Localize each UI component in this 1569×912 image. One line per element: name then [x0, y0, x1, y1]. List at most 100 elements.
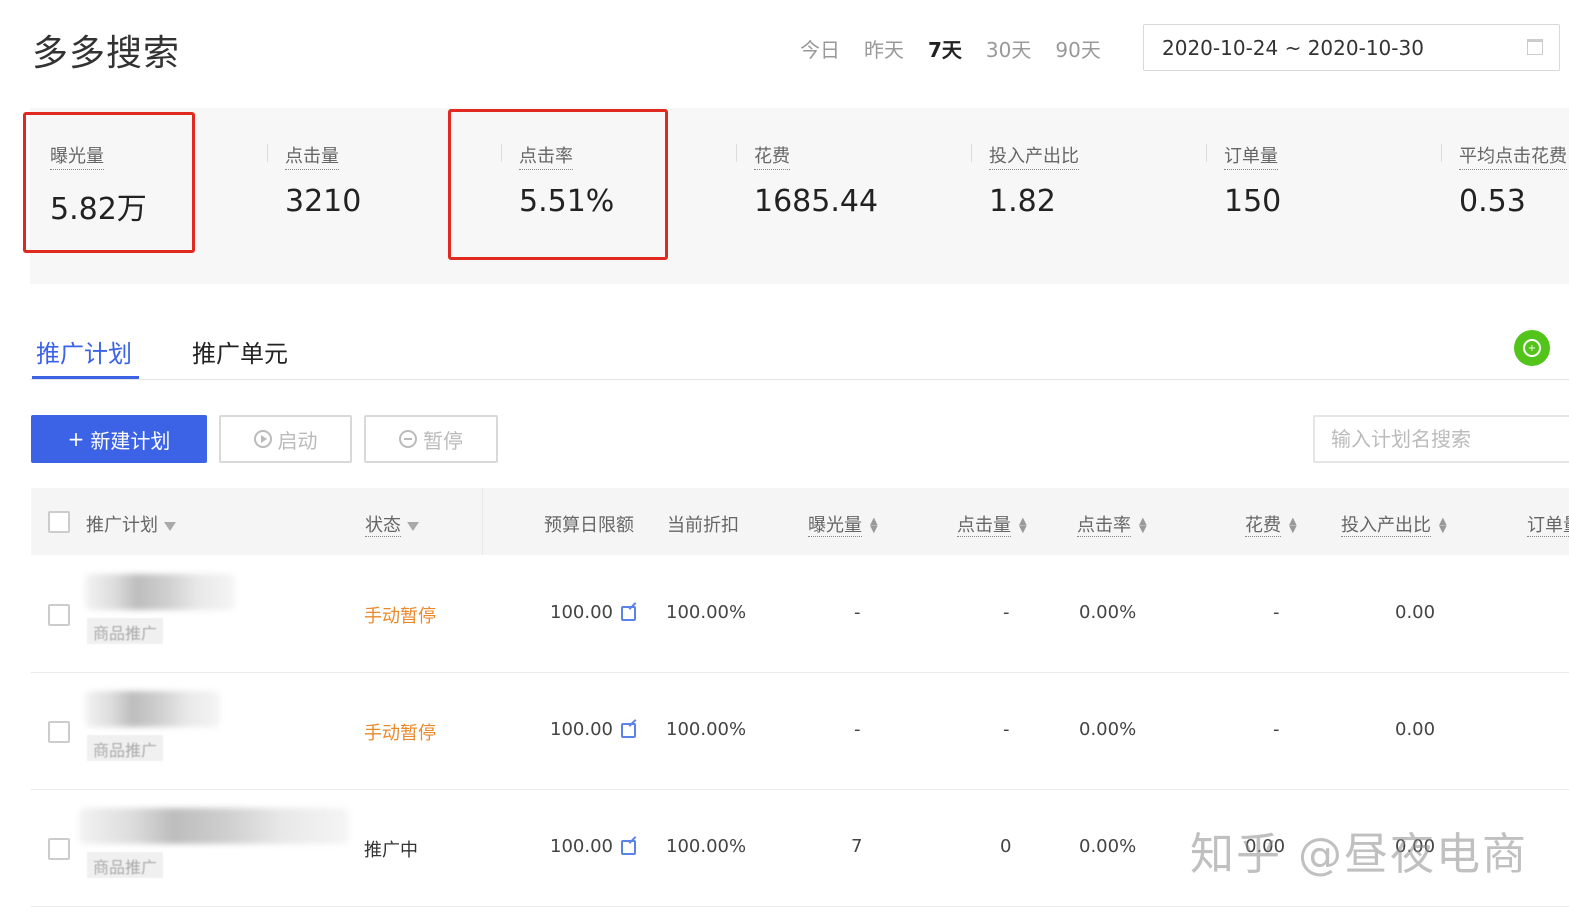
sort-icon[interactable]: ▲ ▼: [870, 517, 878, 535]
metric-avg-cpc[interactable]: 平均点击花费 0.53: [1441, 142, 1567, 219]
metric-label: 平均点击花费: [1459, 142, 1567, 170]
table-row[interactable]: 商品推广 手动暂停 100.00 100.00% - - 0.00% - 0.0…: [31, 673, 1569, 790]
ctr-cell: 0.00%: [1079, 836, 1137, 857]
budget-cell: 100.00: [550, 836, 636, 857]
metric-value: 0.53: [1459, 184, 1526, 219]
date-range-picker[interactable]: 2020-10-24 ~ 2020-10-30: [1143, 24, 1560, 71]
new-plan-button[interactable]: + 新建计划: [31, 415, 207, 463]
tab-bar: 推广计划 推广单元: [30, 320, 1569, 380]
th-cost[interactable]: 花费 ▲ ▼: [1245, 511, 1297, 537]
clicks-cell: -: [1003, 602, 1010, 623]
date-range-value: 2020-10-24 ~ 2020-10-30: [1162, 35, 1424, 60]
pause-label: 暂停: [423, 428, 463, 453]
plan-status: 推广中: [364, 840, 418, 861]
row-checkbox[interactable]: [48, 838, 70, 860]
clicks-cell: -: [1003, 719, 1010, 740]
th-discount: 当前折扣: [667, 515, 739, 536]
th-clicks[interactable]: 点击量 ▲ ▼: [957, 511, 1027, 537]
plus-icon: +: [67, 427, 85, 451]
th-plan[interactable]: 推广计划: [86, 511, 176, 537]
plan-status: 手动暂停: [364, 606, 436, 627]
header-divider: [482, 488, 483, 555]
roi-cell: 0.00: [1395, 719, 1436, 740]
metric-divider: [1441, 144, 1442, 162]
play-icon: [253, 430, 272, 448]
start-label: 启动: [277, 428, 318, 453]
th-impressions[interactable]: 曝光量 ▲ ▼: [808, 511, 878, 537]
filter-icon[interactable]: [407, 521, 419, 531]
discount-cell: 100.00%: [666, 719, 747, 740]
th-status[interactable]: 状态: [365, 511, 419, 537]
highlight-box-ctr: [448, 109, 668, 260]
date-range-options: 今日 昨天 7天 30天 90天: [800, 34, 1101, 63]
edit-icon[interactable]: [620, 839, 636, 855]
tab-units[interactable]: 推广单元: [192, 334, 288, 369]
row-checkbox[interactable]: [48, 721, 70, 743]
discount-cell: 100.00%: [666, 602, 747, 623]
budget-cell: 100.00: [550, 719, 636, 740]
select-all-checkbox[interactable]: [48, 511, 70, 533]
sort-icon[interactable]: ▲ ▼: [1439, 517, 1447, 535]
active-tab-indicator: [32, 376, 139, 379]
plan-type: 商品推广: [87, 618, 164, 644]
metric-cost[interactable]: 花费 1685.44: [736, 142, 878, 219]
discount-cell: 100.00%: [666, 836, 747, 857]
filter-icon[interactable]: [164, 521, 176, 531]
metric-label: 花费: [754, 142, 790, 170]
metric-label: 点击量: [285, 142, 339, 170]
pause-button[interactable]: 暂停: [364, 415, 498, 463]
metric-value: 150: [1224, 184, 1282, 219]
row-checkbox[interactable]: [48, 604, 70, 626]
range-option-7days[interactable]: 7天: [928, 34, 962, 63]
metric-roi[interactable]: 投入产出比 1.82: [971, 142, 1079, 219]
impressions-cell: -: [854, 719, 861, 740]
cost-cell: -: [1273, 719, 1280, 740]
metric-orders[interactable]: 订单量 150: [1206, 142, 1282, 219]
sort-icon[interactable]: ▲ ▼: [1289, 517, 1297, 535]
impressions-cell: 7: [851, 836, 863, 857]
th-roi[interactable]: 投入产出比 ▲ ▼: [1341, 511, 1447, 537]
range-option-30days[interactable]: 30天: [986, 34, 1031, 63]
metric-divider: [971, 144, 972, 162]
sort-icon[interactable]: ▲ ▼: [1139, 517, 1147, 535]
plan-name-redacted: [85, 574, 235, 610]
metric-divider: [267, 144, 268, 162]
metrics-panel: 曝光量 5.82万 点击量 3210 点击率 5.51% 花费 1685.44 …: [30, 108, 1569, 284]
plan-type: 商品推广: [87, 735, 164, 761]
page-title: 多多搜索: [32, 33, 181, 74]
minus-icon: [399, 430, 417, 448]
roi-cell: 0.00: [1395, 602, 1436, 623]
plan-search-input[interactable]: [1313, 415, 1569, 463]
plan-name-redacted: [85, 691, 220, 727]
th-orders[interactable]: 订单量: [1527, 511, 1569, 537]
th-budget: 预算日限额: [544, 515, 634, 536]
metric-label: 投入产出比: [989, 142, 1079, 170]
metric-label: 订单量: [1224, 142, 1278, 170]
metric-value: 3210: [285, 184, 362, 219]
range-option-yesterday[interactable]: 昨天: [864, 34, 904, 63]
edit-icon[interactable]: [620, 605, 636, 621]
edit-icon[interactable]: [620, 722, 636, 738]
range-option-today[interactable]: 今日: [800, 34, 840, 63]
new-plan-label: 新建计划: [90, 428, 171, 453]
metric-value: 1.82: [989, 184, 1056, 219]
plan-type: 商品推广: [87, 852, 164, 878]
clicks-cell: 0: [1000, 836, 1012, 857]
impressions-cell: -: [854, 602, 861, 623]
tab-plans[interactable]: 推广计划: [36, 334, 132, 369]
metric-clicks[interactable]: 点击量 3210: [267, 142, 362, 219]
metric-divider: [736, 144, 737, 162]
ctr-cell: 0.00%: [1079, 602, 1137, 623]
range-option-90days[interactable]: 90天: [1055, 34, 1100, 63]
table-row[interactable]: 商品推广 手动暂停 100.00 100.00% - - 0.00% - 0.0…: [31, 556, 1569, 673]
plan-name-redacted: [79, 808, 349, 844]
highlight-box-impressions: [23, 112, 195, 253]
table-header: 推广计划 状态 预算日限额 当前折扣 曝光量 ▲ ▼ 点击量 ▲ ▼ 点击率 ▲ ▼ 花费 ▲…: [31, 488, 1569, 555]
ctr-cell: 0.00%: [1079, 719, 1137, 740]
start-button[interactable]: 启动: [219, 415, 352, 463]
budget-cell: 100.00: [550, 602, 636, 623]
sort-icon[interactable]: ▲ ▼: [1019, 517, 1027, 535]
target-icon[interactable]: +: [1514, 330, 1550, 366]
th-ctr[interactable]: 点击率 ▲ ▼: [1077, 511, 1147, 537]
calendar-icon[interactable]: [1527, 39, 1543, 55]
